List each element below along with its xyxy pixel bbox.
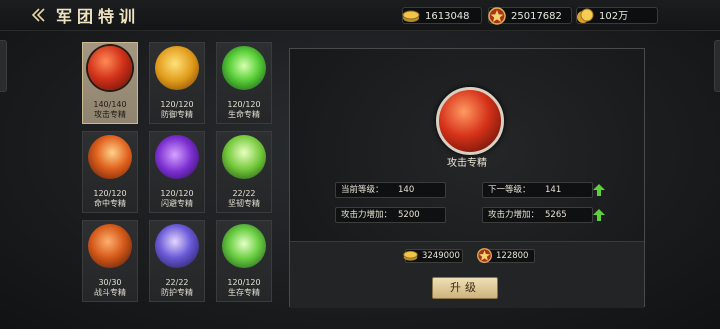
shield-orb-icon (155, 46, 199, 90)
coin-icon (403, 250, 418, 261)
skill-name: 命中专精 (94, 199, 126, 208)
medal-value: 25017682 (511, 11, 562, 22)
gold-resource: 102万 (576, 7, 658, 24)
medal-cost-value: 122800 (496, 251, 529, 261)
tenacity-orb-icon (222, 135, 266, 179)
skill-cell-tenacity[interactable]: 22/22 坚韧专精 (216, 131, 272, 213)
top-bar: 军团特训 1613048 25017682 102万 (0, 0, 720, 31)
back-arrow-icon[interactable] (28, 5, 48, 25)
skill-cell-hit[interactable]: 120/120 命中专精 (82, 131, 138, 213)
upgrade-button[interactable]: 升级 (432, 277, 498, 299)
skill-name: 闪避专精 (161, 199, 193, 208)
protect-orb-icon (155, 224, 199, 268)
next-level-value: 141 (545, 185, 562, 195)
current-bonus-value: 5200 (398, 210, 420, 220)
attack-orb-icon (88, 46, 132, 90)
skill-progress: 120/120 (93, 189, 127, 198)
skill-cell-protect[interactable]: 22/22 防护专精 (149, 220, 205, 302)
left-edge-tab[interactable] (0, 40, 7, 92)
next-bonus-label: 攻击力增加： (488, 210, 540, 220)
skill-progress: 120/120 (160, 100, 194, 109)
gold-coin-icon (577, 8, 594, 23)
skill-name: 防护专精 (161, 288, 193, 297)
skill-cell-dodge[interactable]: 120/120 闪避专精 (149, 131, 205, 213)
current-level-value: 140 (398, 185, 415, 195)
skill-cell-survival[interactable]: 120/120 生存专精 (216, 220, 272, 302)
hit-orb-icon (88, 135, 132, 179)
skill-progress: 22/22 (232, 189, 256, 198)
skill-name: 攻击专精 (94, 110, 126, 119)
coin-cost-value: 3249000 (422, 251, 460, 261)
skill-name: 战斗专精 (94, 288, 126, 297)
skill-cell-defense[interactable]: 120/120 防御专精 (149, 42, 205, 124)
current-level-label: 当前等级： (341, 185, 384, 195)
next-bonus-field: 攻击力增加： 5265 (482, 207, 593, 223)
next-level-field: 下一等级： 141 (482, 182, 593, 198)
dodge-orb-icon (155, 135, 199, 179)
coin-resource: 1613048 (402, 7, 482, 24)
star-medal-icon (477, 248, 492, 263)
skill-name: 坚韧专精 (228, 199, 260, 208)
skill-name: 生命专精 (228, 110, 260, 119)
current-bonus-field: 攻击力增加： 5200 (335, 207, 446, 223)
coin-value: 1613048 (425, 11, 470, 22)
skill-progress: 120/120 (227, 278, 261, 287)
skill-progress: 30/30 (98, 278, 122, 287)
skill-progress: 22/22 (165, 278, 189, 287)
medal-resource: 25017682 (488, 7, 572, 25)
current-level-field: 当前等级： 140 (335, 182, 446, 198)
skill-progress: 120/120 (227, 100, 261, 109)
coin-cost: 3249000 (403, 249, 463, 263)
current-bonus-label: 攻击力增加： (341, 210, 393, 220)
right-edge-tab[interactable] (714, 40, 720, 92)
up-arrow-icon (593, 209, 605, 221)
battle-orb-icon (88, 224, 132, 268)
skill-cell-battle[interactable]: 30/30 战斗专精 (82, 220, 138, 302)
skill-cell-life[interactable]: 120/120 生命专精 (216, 42, 272, 124)
attack-orb-icon (436, 87, 504, 155)
next-level-label: 下一等级： (488, 185, 531, 195)
page-title: 军团特训 (56, 7, 141, 26)
skill-detail-panel: 攻击专精 当前等级： 140 下一等级： 141 攻击力增加： 5200 攻击力… (289, 48, 645, 308)
gold-value: 102万 (599, 11, 629, 22)
star-medal-icon (488, 7, 506, 25)
detail-skill-name: 攻击专精 (447, 158, 487, 169)
skill-name: 生存专精 (228, 288, 260, 297)
next-bonus-value: 5265 (545, 210, 567, 220)
skill-progress: 140/140 (93, 100, 127, 109)
medal-cost: 122800 (477, 248, 535, 263)
up-arrow-icon (593, 184, 605, 196)
skill-cell-attack[interactable]: 140/140 攻击专精 (82, 42, 138, 124)
skill-progress: 120/120 (160, 189, 194, 198)
life-orb-icon (222, 46, 266, 90)
survival-orb-icon (222, 224, 266, 268)
skill-name: 防御专精 (161, 110, 193, 119)
coin-icon (402, 10, 420, 22)
